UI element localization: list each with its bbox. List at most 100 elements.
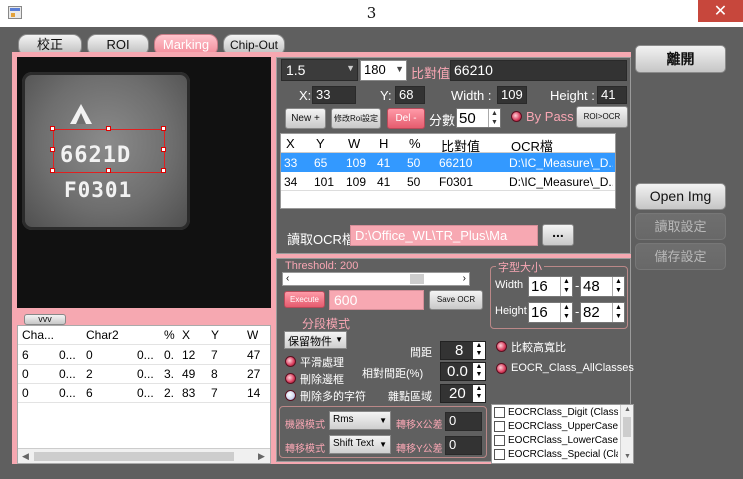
relative-spacing-stepper[interactable]: 0.0 ▲ ▼ <box>440 362 486 381</box>
scroll-up-icon[interactable]: ▲ <box>624 406 631 413</box>
spin-arrows-icon[interactable]: ▲ ▼ <box>473 385 485 402</box>
x-field[interactable]: 33 <box>312 86 356 104</box>
font-height-min-stepper[interactable]: 16 ▲ ▼ <box>528 302 573 323</box>
smooth-radio[interactable] <box>285 356 296 367</box>
read-settings-button[interactable]: 讀取設定 <box>635 213 726 240</box>
execute-button[interactable]: Execute <box>284 291 325 308</box>
spin-arrows-icon[interactable]: ▲ ▼ <box>560 277 572 296</box>
height-field[interactable]: 41 <box>597 86 627 104</box>
table-row[interactable]: 34 101 109 41 50 F0301 D:\IC_Measure\_D.… <box>281 172 615 191</box>
slider-thumb[interactable] <box>410 274 424 284</box>
noise-area-stepper[interactable]: 20 ▲ ▼ <box>440 384 486 403</box>
scale-dropdown[interactable]: 1.5 ▼ <box>281 59 358 81</box>
compare-ratio-radio[interactable] <box>496 341 507 352</box>
spin-arrows-icon[interactable]: ▲ ▼ <box>488 109 500 127</box>
cell: 7 <box>211 386 218 400</box>
y-field[interactable]: 68 <box>395 86 425 104</box>
cell: 50 <box>407 175 421 189</box>
exit-button[interactable]: 離開 <box>635 45 726 73</box>
score-stepper[interactable]: 50 ▲ ▼ <box>456 108 501 128</box>
roi-handle[interactable] <box>161 168 166 173</box>
keep-object-dropdown[interactable]: 保留物件 ▼ <box>284 331 347 349</box>
class-label: EOCRClass_Digit (Class <box>508 407 618 419</box>
shift-y-field[interactable]: 0 <box>445 436 482 455</box>
table-row-selected[interactable]: 33 65 109 41 50 66210 D:\IC_Measure\_D..… <box>281 153 615 172</box>
browse-button[interactable]: ... <box>542 224 574 246</box>
execute-value-field[interactable]: 600 <box>329 290 424 310</box>
width-field[interactable]: 109 <box>497 86 527 104</box>
shift-x-field[interactable]: 0 <box>445 412 482 431</box>
scroll-left-icon[interactable]: ◀ <box>22 451 29 462</box>
save-ocr-button[interactable]: Save OCR <box>429 290 483 310</box>
roi-rectangle[interactable] <box>50 126 166 173</box>
threshold-slider[interactable]: ‹ › <box>282 272 470 286</box>
roi-handle[interactable] <box>50 126 55 131</box>
remove-border-radio[interactable] <box>285 373 296 384</box>
list-item[interactable]: EOCRClass_LowerCase ( <box>494 435 618 449</box>
delete-roi-button[interactable]: Del - <box>387 108 425 129</box>
scroll-right-icon[interactable]: ▶ <box>258 451 265 462</box>
open-image-button[interactable]: Open Img <box>635 183 726 210</box>
scroll-thumb[interactable] <box>34 452 234 461</box>
roi-handle[interactable] <box>161 126 166 131</box>
table-row[interactable]: 0 0... 2 0... 3. 49 8 27 <box>18 365 270 384</box>
roi-grid[interactable]: X Y W H % 比對值 OCR檔 33 65 109 41 50 66210… <box>280 133 616 209</box>
scroll-thumb[interactable] <box>623 417 631 437</box>
remove-extra-radio[interactable] <box>285 390 296 401</box>
cell: 34 <box>284 175 298 189</box>
spin-arrows-icon[interactable]: ▲ ▼ <box>560 303 572 322</box>
table-row[interactable]: 6 0... 0 0... 0. 12 7 47 <box>18 346 270 365</box>
spin-arrows-icon[interactable]: ▲ ▼ <box>473 342 485 359</box>
roi-handle[interactable] <box>106 126 111 131</box>
font-width-min-stepper[interactable]: 16 ▲ ▼ <box>528 276 573 297</box>
close-button[interactable]: ✕ <box>698 0 743 22</box>
checkbox[interactable] <box>494 407 505 418</box>
cell: 27 <box>247 367 261 381</box>
machine-mode-dropdown[interactable]: Rms ▼ <box>329 411 391 430</box>
ocr-path-field[interactable]: D:\Office_WL\TR_Plus\Ma <box>350 225 538 246</box>
roi-handle[interactable] <box>161 147 166 152</box>
roi-to-ocr-button[interactable]: ROI>OCR <box>576 106 628 128</box>
cell: 41 <box>377 156 391 170</box>
bypass-radio[interactable] <box>511 111 522 122</box>
compare-value-field[interactable]: 66210 <box>450 60 627 81</box>
checkbox[interactable] <box>494 435 505 446</box>
list-item[interactable]: EOCRClass_Digit (Class <box>494 407 618 421</box>
cell: 33 <box>284 156 298 170</box>
modify-roi-button[interactable]: 修改Roi設定 <box>331 108 381 129</box>
font-width-max-stepper[interactable]: 48 ▲ ▼ <box>580 276 625 297</box>
vertical-scrollbar[interactable]: ▲ ▼ <box>620 405 633 463</box>
ocr-class-list[interactable]: EOCRClass_Digit (Class EOCRClass_UpperCa… <box>491 404 634 464</box>
shift-mode-dropdown[interactable]: Shift Text ▼ <box>329 435 391 454</box>
cell: 0 <box>22 367 29 381</box>
roi-handle[interactable] <box>106 168 111 173</box>
roi-handle[interactable] <box>50 147 55 152</box>
font-height-min-value: 16 <box>531 304 548 321</box>
spacing-stepper[interactable]: 8 ▲ ▼ <box>440 341 486 360</box>
spin-arrows-icon[interactable]: ▲ ▼ <box>473 363 485 380</box>
save-settings-button[interactable]: 儲存設定 <box>635 243 726 270</box>
roi-handle[interactable] <box>50 168 55 173</box>
slider-left-icon[interactable]: ‹ <box>286 273 289 284</box>
spin-arrows-icon[interactable]: ▲ ▼ <box>612 277 624 296</box>
scroll-down-icon[interactable]: ▼ <box>624 453 631 460</box>
all-classes-radio[interactable] <box>496 363 507 374</box>
cell: 0... <box>59 386 76 400</box>
horizontal-scrollbar[interactable]: ◀ ▶ <box>18 448 270 463</box>
checkbox[interactable] <box>494 421 505 432</box>
spin-arrows-icon[interactable]: ▲ ▼ <box>612 303 624 322</box>
list-item[interactable]: EOCRClass_Special (Cla <box>494 449 618 463</box>
smooth-label: 平滑處理 <box>300 357 344 369</box>
char-result-table[interactable]: Cha... Char2 % X Y W 6 0... 0 0... 0. 12… <box>17 325 271 464</box>
cell: 3. <box>164 367 175 381</box>
dash-separator: - <box>575 278 580 293</box>
list-item[interactable]: EOCRClass_UpperCase <box>494 421 618 435</box>
angle-dropdown[interactable]: 180 ▼ <box>360 60 407 81</box>
slider-right-icon[interactable]: › <box>463 273 466 284</box>
font-height-max-stepper[interactable]: 82 ▲ ▼ <box>580 302 625 323</box>
new-roi-button[interactable]: New + <box>285 108 326 129</box>
checkbox[interactable] <box>494 449 505 460</box>
class-label: EOCRClass_UpperCase <box>508 421 618 433</box>
collapse-button[interactable]: vvv <box>24 314 66 325</box>
table-row[interactable]: 0 0... 6 0... 2. 83 7 14 <box>18 384 270 403</box>
